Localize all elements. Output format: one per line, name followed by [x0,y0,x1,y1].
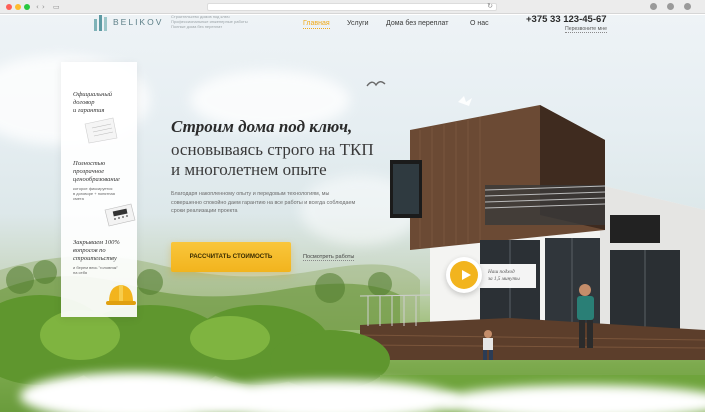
video-caption-line: за 1,5 минуты [488,276,520,282]
benefit-title: Полностью прозрачное ценообразование [73,160,120,184]
forward-arrow-icon[interactable]: › [42,3,45,11]
share-icon[interactable] [667,3,674,10]
benefit-title-line: Полностью [73,160,106,167]
back-arrow-icon[interactable]: ‹ [36,3,39,11]
hero-subline: основываясь строго на ТКП [171,140,374,159]
hero-subline: и многолетнем опыте [171,160,327,179]
benefits-card: Официальный договор и гарантия Полностью… [61,62,137,317]
benefit-title-line: строительству [73,255,117,262]
callback-link[interactable]: Перезвоните мне [565,26,607,33]
reload-icon[interactable]: ↻ [487,2,493,10]
close-window-dot[interactable] [6,4,12,10]
benefit-subtext-line: на себя [73,270,88,275]
minimize-window-dot[interactable] [15,4,21,10]
address-bar[interactable]: ↻ [207,3,497,11]
contract-document-icon [84,117,118,144]
benefit-title: Закрываем 100% вопросов по строительству [73,239,120,263]
benefit-subtext: и берем весь "головняк" на себя [73,265,131,275]
benefit-subtext-line: смета [73,196,84,201]
benefit-title-line: договор [73,99,95,106]
video-caption-line: Наш подход [488,269,515,275]
hard-hat-icon [106,285,136,305]
nav-home[interactable]: Главная [303,20,330,29]
nav-houses[interactable]: Дома без переплат [386,20,448,27]
phone-number[interactable]: +375 33 123-45-67 [526,14,607,25]
play-icon [450,261,478,289]
hero-headline: Строим дома под ключ, [171,117,353,136]
logo-icon[interactable] [93,13,109,31]
nav-services[interactable]: Услуги [347,20,369,27]
tagline: Строительство домов под ключ Профессиона… [171,14,266,30]
benefit-subtext: которое фиксируется в договоре + понятна… [73,186,131,201]
benefit-title: Официальный договор и гарантия [73,91,112,115]
benefit-title-line: ценообразование [73,176,120,183]
benefit-title-line: и гарантия [73,107,105,114]
tagline-line: Полные дома без переплат [171,24,223,30]
view-works-link[interactable]: Посмотреть работы [303,254,355,261]
download-icon[interactable] [650,3,657,10]
calculator-icon [104,203,136,227]
hero-description: Благодаря накопленному опыту и передовым… [171,191,356,214]
tabs-icon[interactable] [684,3,691,10]
video-caption: Наш подход за 1,5 минуты [478,264,536,288]
play-video-button[interactable] [446,257,482,293]
benefit-title-line: Закрываем 100% [73,239,120,246]
benefit-title-line: прозрачное [73,168,105,175]
calculate-cost-button[interactable]: РАССЧИТАТЬ СТОИМОСТЬ [171,242,291,272]
benefit-title-line: Официальный [73,91,112,98]
sidebar-icon[interactable]: ▭ [53,3,60,11]
browser-chrome: ‹ › ▭ ↻ [0,0,705,14]
benefit-title-line: вопросов по [73,247,106,254]
logo-text[interactable]: BELIKOV [113,17,163,27]
bird-icon [366,81,386,87]
maximize-window-dot[interactable] [24,4,30,10]
nav-about[interactable]: О нас [470,20,489,27]
